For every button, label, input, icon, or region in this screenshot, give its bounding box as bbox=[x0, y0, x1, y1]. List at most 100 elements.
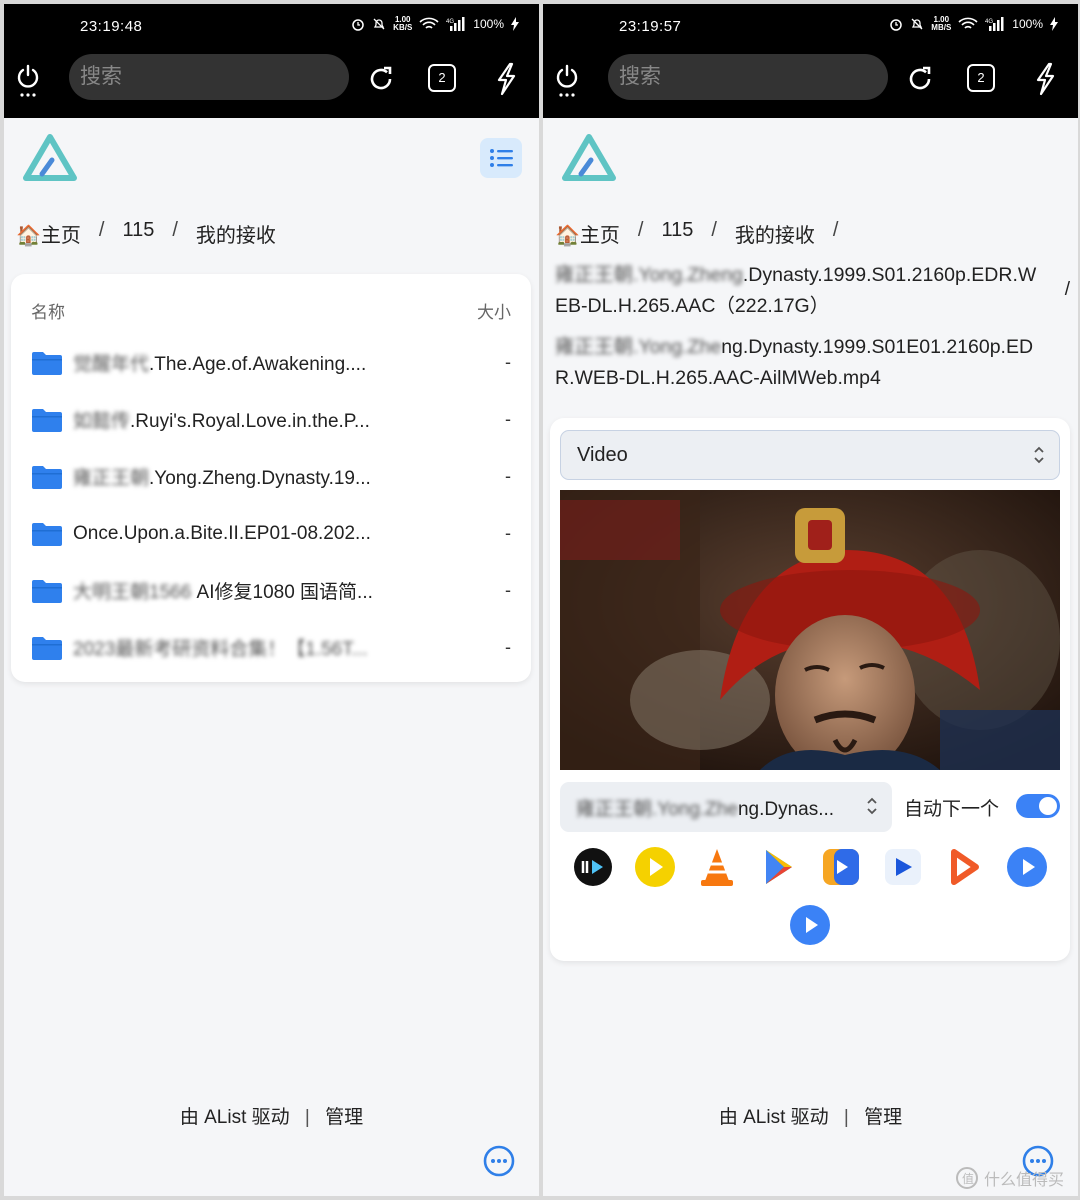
lightning-icon[interactable] bbox=[494, 62, 518, 96]
video-player[interactable] bbox=[560, 490, 1060, 770]
more-menu-icon[interactable] bbox=[482, 1144, 516, 1178]
toggle-knob bbox=[1039, 797, 1057, 815]
folder-icon bbox=[32, 522, 62, 546]
breadcrumb-home[interactable]: 🏠主页 bbox=[16, 219, 81, 248]
tabs-button[interactable]: 2 bbox=[967, 64, 995, 92]
player-type-select[interactable]: Video bbox=[560, 430, 1060, 480]
file-row[interactable]: 如懿传.Ruyi's.Royal.Love.in.the.P... - bbox=[11, 391, 531, 448]
smzdm-logo-icon: 值 bbox=[955, 1167, 978, 1189]
potplayer-icon[interactable] bbox=[634, 846, 676, 888]
net-speed: 1.00 MB/S bbox=[931, 15, 952, 32]
file-name: 雍正王朝.Yong.Zheng.Dynasty.19... bbox=[73, 468, 371, 489]
vlc-icon[interactable] bbox=[696, 846, 738, 888]
breadcrumb-separator: / bbox=[711, 219, 717, 241]
folder-icon bbox=[32, 465, 62, 489]
reload-icon[interactable] bbox=[907, 66, 933, 92]
footer-separator: | bbox=[304, 1107, 310, 1128]
folder-icon bbox=[32, 351, 62, 375]
list-view-button[interactable] bbox=[480, 138, 522, 178]
powered-by-link[interactable]: 由 AList 驱动 bbox=[180, 1107, 290, 1128]
folder-icon bbox=[32, 636, 62, 660]
column-header-size[interactable]: 大小 bbox=[477, 298, 511, 323]
breadcrumb-separator: / bbox=[637, 219, 644, 241]
reload-icon[interactable] bbox=[368, 66, 394, 92]
file-name: 大明王朝1566 AI修复1080 国语简... bbox=[73, 582, 373, 603]
episode-value: 雍正王朝.Yong.Zheng.Dynas... bbox=[576, 798, 835, 820]
breadcrumb-separator: / bbox=[1064, 279, 1070, 300]
battery-level: 100% bbox=[473, 17, 504, 31]
net-speed: 1.00 KB/S bbox=[393, 15, 413, 32]
breadcrumb-file[interactable]: 雍正王朝.Yong.Zheng.Dynasty.1999.S01E01.2160… bbox=[555, 332, 1045, 394]
folder-icon bbox=[32, 579, 62, 603]
file-size: - bbox=[505, 637, 511, 657]
status-icons: 1.00 MB/S 4G 100% bbox=[889, 16, 1058, 32]
breadcrumb-current[interactable]: 我的接收 bbox=[735, 219, 815, 248]
breadcrumb-115[interactable]: 115 bbox=[122, 219, 154, 248]
admin-link[interactable]: 管理 bbox=[325, 1107, 363, 1128]
file-row[interactable]: 觉醒年代.The.Age.of.Awakening.... - bbox=[11, 334, 531, 391]
footer-separator: | bbox=[843, 1107, 849, 1128]
footer: 由 AList 驱动 | 管理 bbox=[4, 1102, 539, 1129]
mute-bell-icon bbox=[911, 18, 923, 30]
file-size: - bbox=[505, 352, 511, 372]
battery-level: 100% bbox=[1012, 17, 1043, 31]
fig-player-icon[interactable] bbox=[789, 904, 831, 946]
mute-bell-icon bbox=[373, 18, 385, 30]
list-icon bbox=[490, 149, 513, 167]
infuse-icon[interactable] bbox=[820, 846, 862, 888]
auto-next-toggle[interactable] bbox=[1016, 794, 1060, 818]
file-row[interactable]: 雍正王朝.Yong.Zheng.Dynasty.19... - bbox=[11, 448, 531, 505]
watermark: 值 什么值得买 bbox=[955, 1166, 1064, 1190]
power-menu-icon[interactable] bbox=[555, 64, 579, 98]
google-play-icon[interactable] bbox=[758, 846, 800, 888]
breadcrumb-folder[interactable]: 雍正王朝.Yong.Zheng.Dynasty.1999.S01.2160p.E… bbox=[555, 260, 1045, 322]
file-name: 2023最新考研资料合集！【1.56T... bbox=[73, 639, 368, 660]
wifi-icon bbox=[419, 17, 439, 29]
powered-by-link[interactable]: 由 AList 驱动 bbox=[719, 1107, 829, 1128]
player-type-value: Video bbox=[577, 443, 628, 466]
nplayer-icon[interactable] bbox=[944, 846, 986, 888]
breadcrumb-separator: / bbox=[832, 219, 839, 241]
alarm-icon bbox=[890, 19, 903, 31]
chevron-updown-icon bbox=[1034, 446, 1044, 464]
wifi-icon bbox=[958, 17, 978, 29]
alist-logo[interactable] bbox=[22, 134, 78, 182]
right-screen: 23:19:57 1.00MB/S 4G 100% 2 🏠主页 / 115 / … bbox=[543, 4, 1078, 1196]
charging-icon bbox=[1050, 17, 1058, 31]
file-row[interactable]: Once.Upon.a.Bite.II.EP01-08.202... - bbox=[11, 505, 531, 562]
file-row[interactable]: 大明王朝1566 AI修复1080 国语简... - bbox=[11, 562, 531, 619]
signal-icon: 4G bbox=[985, 17, 1004, 31]
charging-icon bbox=[511, 17, 519, 31]
admin-link[interactable]: 管理 bbox=[864, 1107, 902, 1128]
breadcrumb-home[interactable]: 🏠主页 bbox=[555, 219, 620, 248]
file-row[interactable]: 2023最新考研资料合集！【1.56T... - bbox=[11, 619, 531, 676]
svg-text:4G: 4G bbox=[446, 19, 454, 25]
folder-icon bbox=[32, 408, 62, 432]
file-name: Once.Upon.a.Bite.II.EP01-08.202... bbox=[73, 522, 371, 544]
lightning-icon[interactable] bbox=[1033, 62, 1057, 96]
breadcrumb: 🏠主页 / 115 / 我的接收 / bbox=[555, 219, 838, 248]
breadcrumb-current[interactable]: 我的接收 bbox=[196, 219, 276, 248]
file-size: - bbox=[505, 466, 511, 486]
breadcrumb-115[interactable]: 115 bbox=[661, 219, 693, 248]
breadcrumb-separator: / bbox=[172, 219, 178, 241]
chevron-updown-icon bbox=[867, 797, 877, 815]
browser-top-bar: 23:19:48 1.00KB/S 4G 100% 2 bbox=[4, 4, 539, 118]
omni-player-icon[interactable] bbox=[1006, 846, 1048, 888]
alist-logo[interactable] bbox=[561, 134, 617, 182]
file-size: - bbox=[505, 523, 511, 543]
column-header-name[interactable]: 名称 bbox=[31, 298, 65, 323]
file-size: - bbox=[505, 409, 511, 429]
file-path: 雍正王朝.Yong.Zheng.Dynasty.1999.S01.2160p.E… bbox=[555, 260, 1045, 394]
mx-player-icon[interactable] bbox=[882, 846, 924, 888]
power-menu-icon[interactable] bbox=[16, 64, 40, 98]
alarm-icon bbox=[352, 19, 364, 31]
iina-player-icon[interactable] bbox=[572, 846, 614, 888]
tabs-button[interactable]: 2 bbox=[428, 64, 456, 92]
search-input[interactable] bbox=[608, 54, 888, 100]
status-time: 23:19:57 bbox=[619, 18, 682, 35]
episode-select[interactable]: 雍正王朝.Yong.Zheng.Dynas... bbox=[560, 782, 892, 832]
browser-top-bar: 23:19:57 1.00MB/S 4G 100% 2 bbox=[543, 4, 1078, 118]
video-frame bbox=[560, 490, 1060, 770]
search-input[interactable] bbox=[69, 54, 349, 100]
